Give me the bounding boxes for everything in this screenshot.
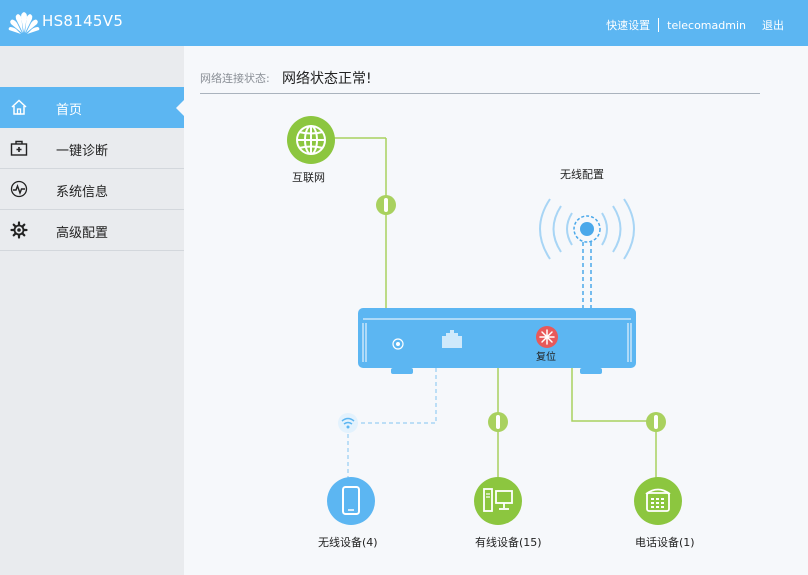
quick-setup-link[interactable]: 快速设置 bbox=[598, 17, 658, 33]
reset-button-icon[interactable] bbox=[536, 326, 558, 348]
sidebar-item-system-info[interactable]: 系统信息 bbox=[0, 169, 184, 210]
wired-devices-label: 有线设备(15) bbox=[475, 535, 542, 549]
sidebar-item-label: 一键诊断 bbox=[56, 144, 109, 159]
network-topology-diagram: 互联网 无线配置 复位 无线设备(4) 有线设备(15) 电话设备(1) bbox=[287, 116, 695, 549]
router-device bbox=[358, 308, 636, 374]
top-links: 快速设置 telecomadmin 退出 bbox=[598, 17, 792, 33]
wired-devices-icon[interactable] bbox=[474, 477, 522, 525]
internet-globe-icon[interactable] bbox=[287, 116, 335, 164]
phone-link-line bbox=[571, 368, 657, 483]
medical-kit-icon bbox=[10, 140, 28, 156]
phone-devices-label: 电话设备(1) bbox=[635, 535, 695, 549]
wireless-config-label: 无线配置 bbox=[560, 167, 604, 181]
reset-label: 复位 bbox=[536, 350, 556, 363]
internet-link-connector-icon bbox=[376, 195, 396, 215]
wireless-link-line bbox=[347, 368, 437, 483]
wireless-signal-icon[interactable] bbox=[539, 198, 635, 308]
sidebar-item-home[interactable]: 首页 bbox=[0, 87, 184, 128]
home-icon bbox=[11, 99, 27, 115]
huawei-logo-icon bbox=[8, 12, 40, 34]
wifi-connector-icon bbox=[338, 413, 358, 433]
sidebar-item-diagnosis[interactable]: 一键诊断 bbox=[0, 128, 184, 169]
gear-icon bbox=[10, 221, 28, 239]
logout-link[interactable]: 退出 bbox=[754, 17, 792, 33]
username-link[interactable]: telecomadmin bbox=[659, 19, 754, 32]
sidebar-item-label: 系统信息 bbox=[56, 185, 109, 200]
sidebar: 首页 一键诊断 系统信息 高级配置 bbox=[0, 46, 184, 575]
wireless-devices-label: 无线设备(4) bbox=[318, 535, 378, 549]
phone-link-connector-icon bbox=[646, 412, 666, 432]
sidebar-item-advanced[interactable]: 高级配置 bbox=[0, 210, 184, 251]
wired-link-connector-icon bbox=[488, 412, 508, 432]
internet-label: 互联网 bbox=[292, 171, 325, 184]
pulse-icon bbox=[10, 180, 28, 198]
device-model: HS8145V5 bbox=[42, 12, 124, 30]
sidebar-item-label: 首页 bbox=[56, 103, 83, 118]
phone-devices-icon[interactable] bbox=[634, 477, 682, 525]
wireless-devices-icon[interactable] bbox=[327, 477, 375, 525]
main-content: 网络连接状态: 网络状态正常! 互联网 无线配置 复位 无线设备(4) 有线设备… bbox=[184, 46, 808, 575]
sidebar-item-label: 高级配置 bbox=[56, 226, 109, 241]
top-header: HS8145V5 快速设置 telecomadmin 退出 bbox=[0, 0, 808, 46]
